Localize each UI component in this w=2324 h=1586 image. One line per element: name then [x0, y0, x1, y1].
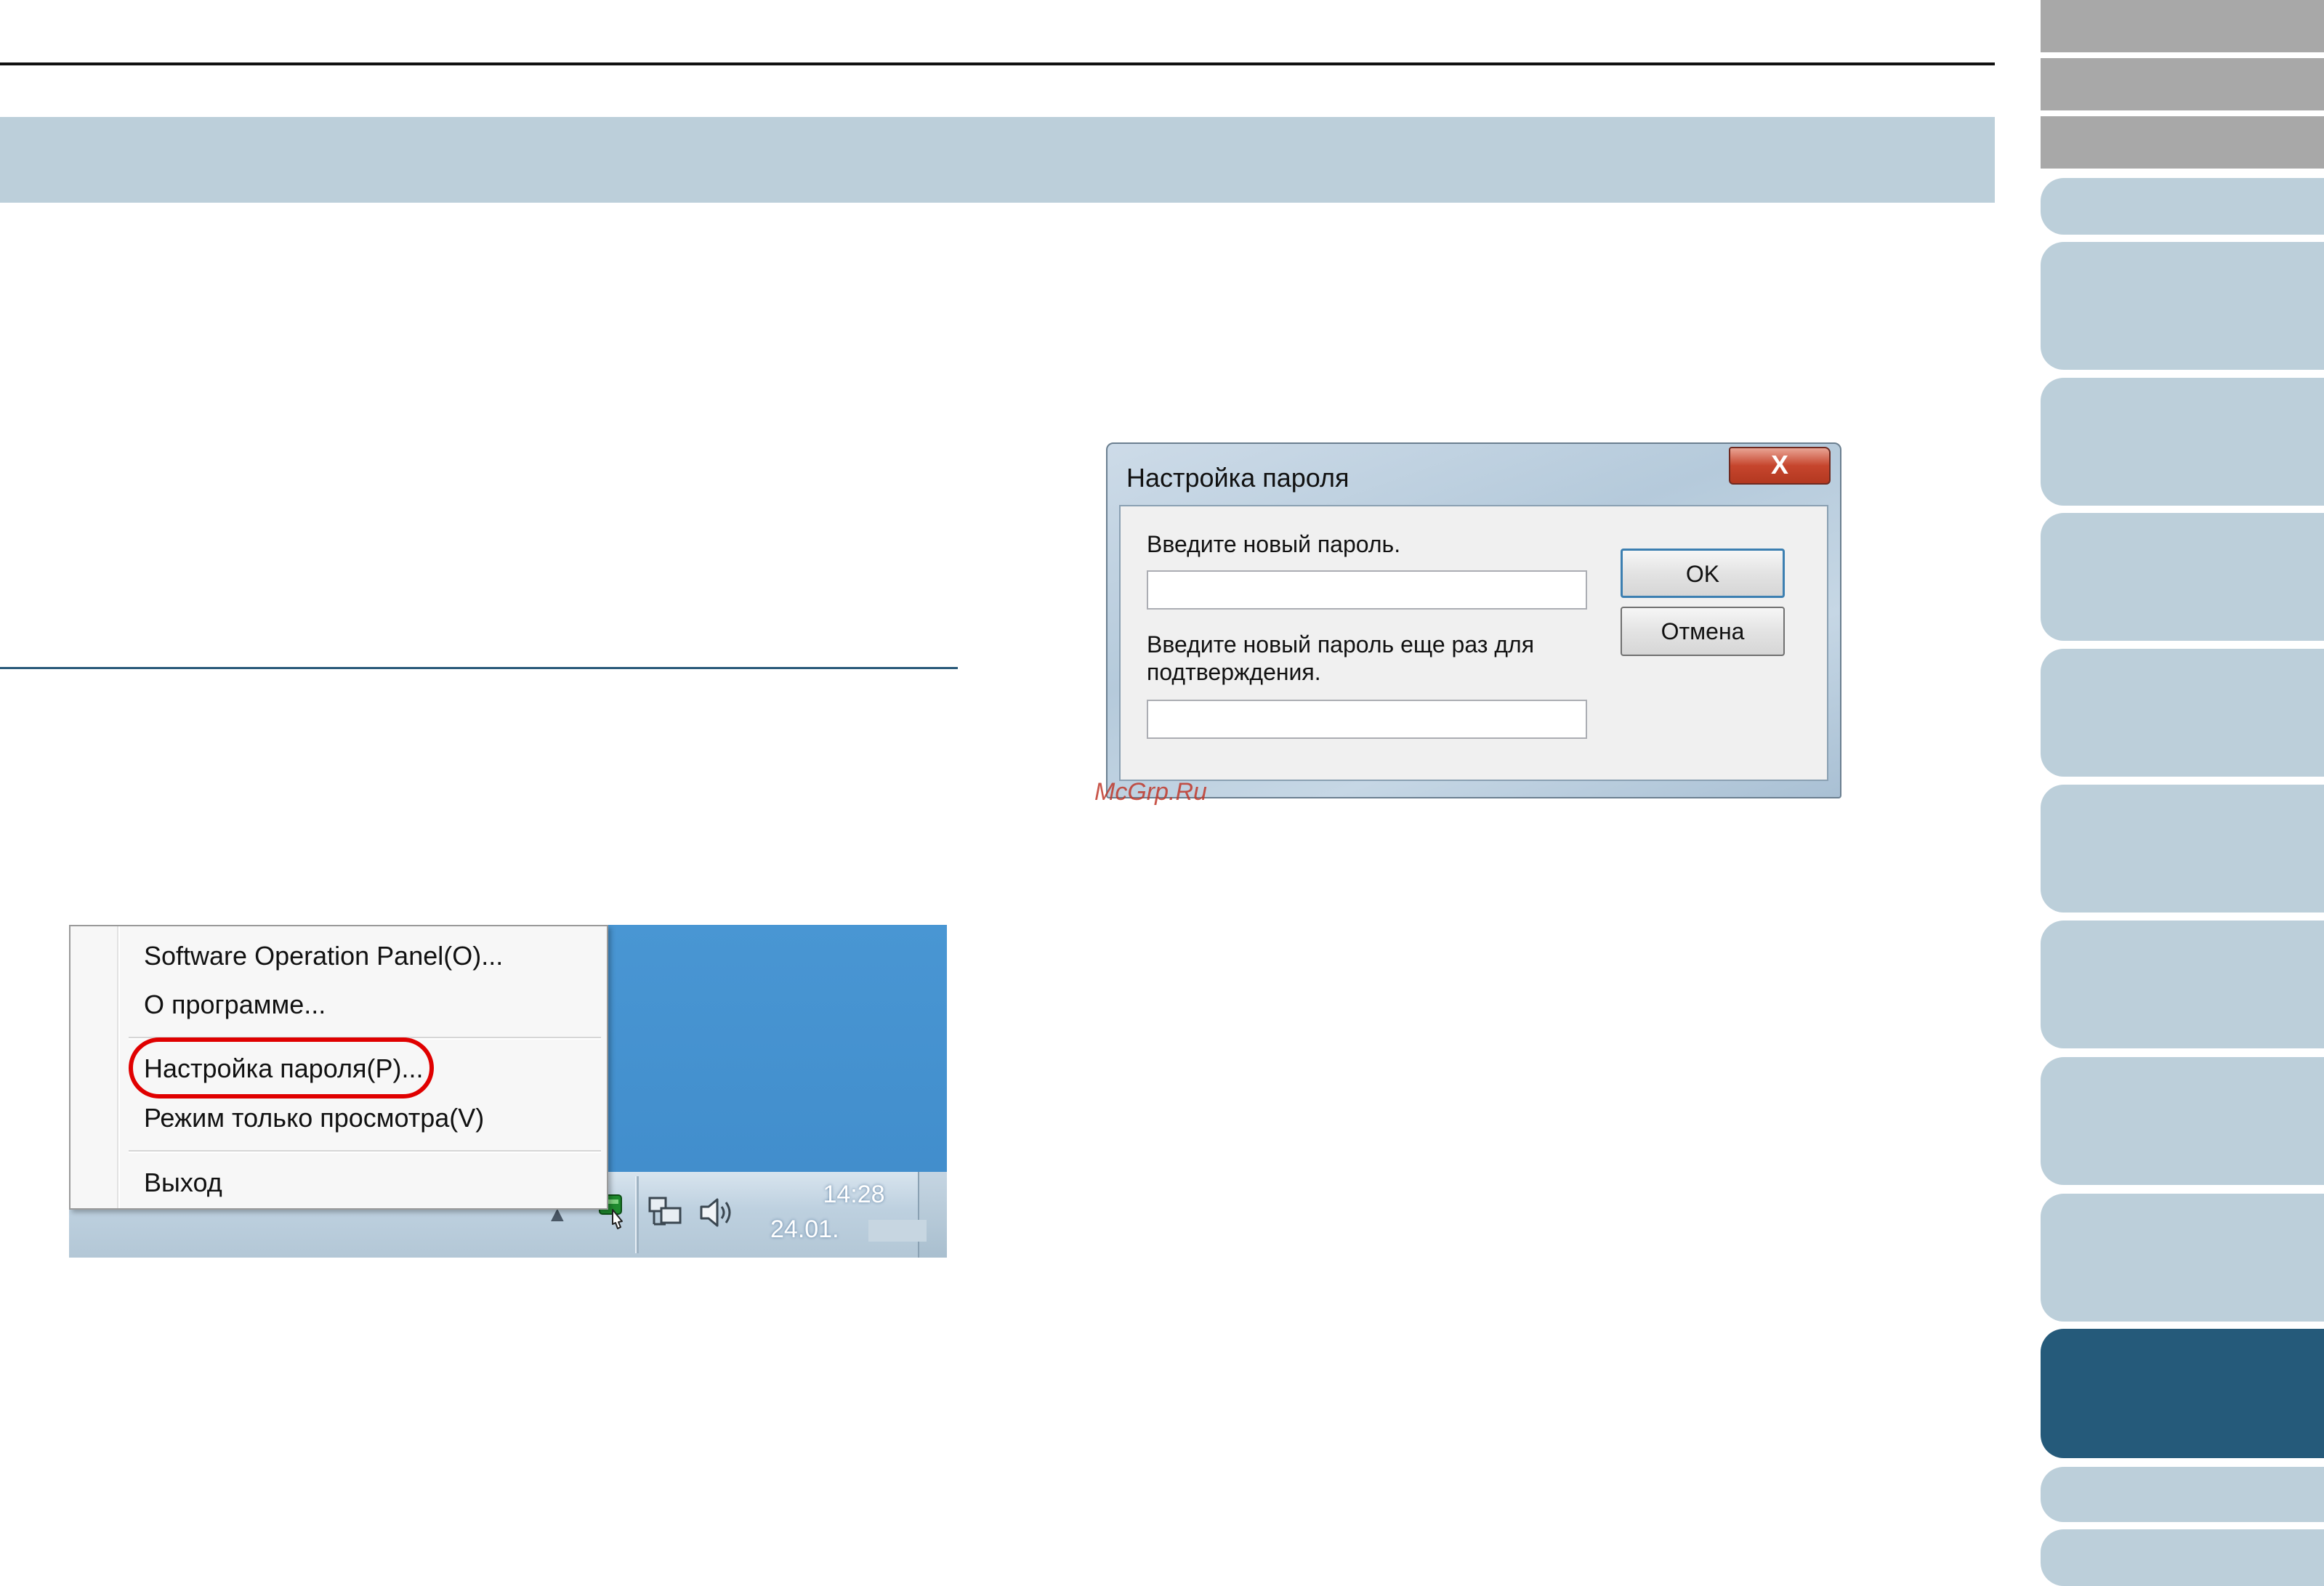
side-tab-8[interactable]: [2041, 649, 2324, 777]
show-desktop-button[interactable]: [918, 1172, 947, 1258]
menu-separator: [129, 1150, 601, 1153]
clock-date[interactable]: 24.01.: [770, 1215, 839, 1244]
menu-item-about[interactable]: О программе...: [144, 990, 326, 1020]
side-tab-2[interactable]: [2041, 58, 2324, 110]
confirm-password-input[interactable]: [1147, 700, 1587, 739]
confirm-password-label-line2: подтверждения.: [1147, 659, 1321, 685]
dialog-client-area: Введите новый пароль. Введите новый паро…: [1119, 505, 1828, 781]
tray-context-menu: Software Operation Panel(O)... О програм…: [69, 925, 608, 1210]
side-tab-1[interactable]: [2041, 0, 2324, 52]
menu-item-exit[interactable]: Выход: [144, 1168, 222, 1198]
close-button[interactable]: X: [1729, 447, 1831, 485]
context-menu-screenshot: ▲ 14:28 24.01. Software Operation Panel(…: [69, 925, 947, 1258]
watermark: McGrp.Ru: [1094, 778, 1207, 806]
side-tab-9[interactable]: [2041, 785, 2324, 913]
menu-item-software-operation-panel[interactable]: Software Operation Panel(O)...: [144, 941, 503, 971]
side-tab-15[interactable]: [2041, 1529, 2324, 1586]
taskbar-separator: [635, 1176, 639, 1253]
date-redaction: [868, 1220, 927, 1242]
side-tab-6[interactable]: [2041, 378, 2324, 506]
top-rule: [0, 62, 1995, 65]
header-band: [0, 117, 1995, 203]
confirm-password-label-line1: Введите новый пароль еще раз для: [1147, 631, 1535, 658]
side-tab-4[interactable]: [2041, 178, 2324, 235]
side-tab-11[interactable]: [2041, 1057, 2324, 1185]
ok-button[interactable]: OK: [1621, 549, 1785, 598]
new-password-label: Введите новый пароль.: [1147, 531, 1401, 557]
section-rule: [0, 667, 958, 669]
highlight-ellipse: [129, 1037, 434, 1099]
volume-icon[interactable]: [695, 1192, 736, 1233]
side-tab-7[interactable]: [2041, 513, 2324, 641]
password-settings-dialog: Настройка пароля X Введите новый пароль.…: [1106, 442, 1841, 798]
side-tab-10[interactable]: [2041, 921, 2324, 1048]
new-password-input[interactable]: [1147, 570, 1587, 610]
cancel-button[interactable]: Отмена: [1621, 607, 1785, 656]
clock-time[interactable]: 14:28: [799, 1181, 908, 1209]
menu-item-view-only-mode[interactable]: Режим только просмотра(V): [144, 1103, 484, 1133]
side-tab-13-active[interactable]: [2041, 1329, 2324, 1458]
side-tab-14[interactable]: [2041, 1467, 2324, 1522]
side-tab-5[interactable]: [2041, 242, 2324, 370]
dialog-title: Настройка пароля: [1126, 463, 1349, 493]
network-icon[interactable]: [647, 1195, 685, 1230]
side-tab-3[interactable]: [2041, 116, 2324, 169]
menu-gutter: [117, 926, 120, 1208]
side-tab-12[interactable]: [2041, 1194, 2324, 1322]
